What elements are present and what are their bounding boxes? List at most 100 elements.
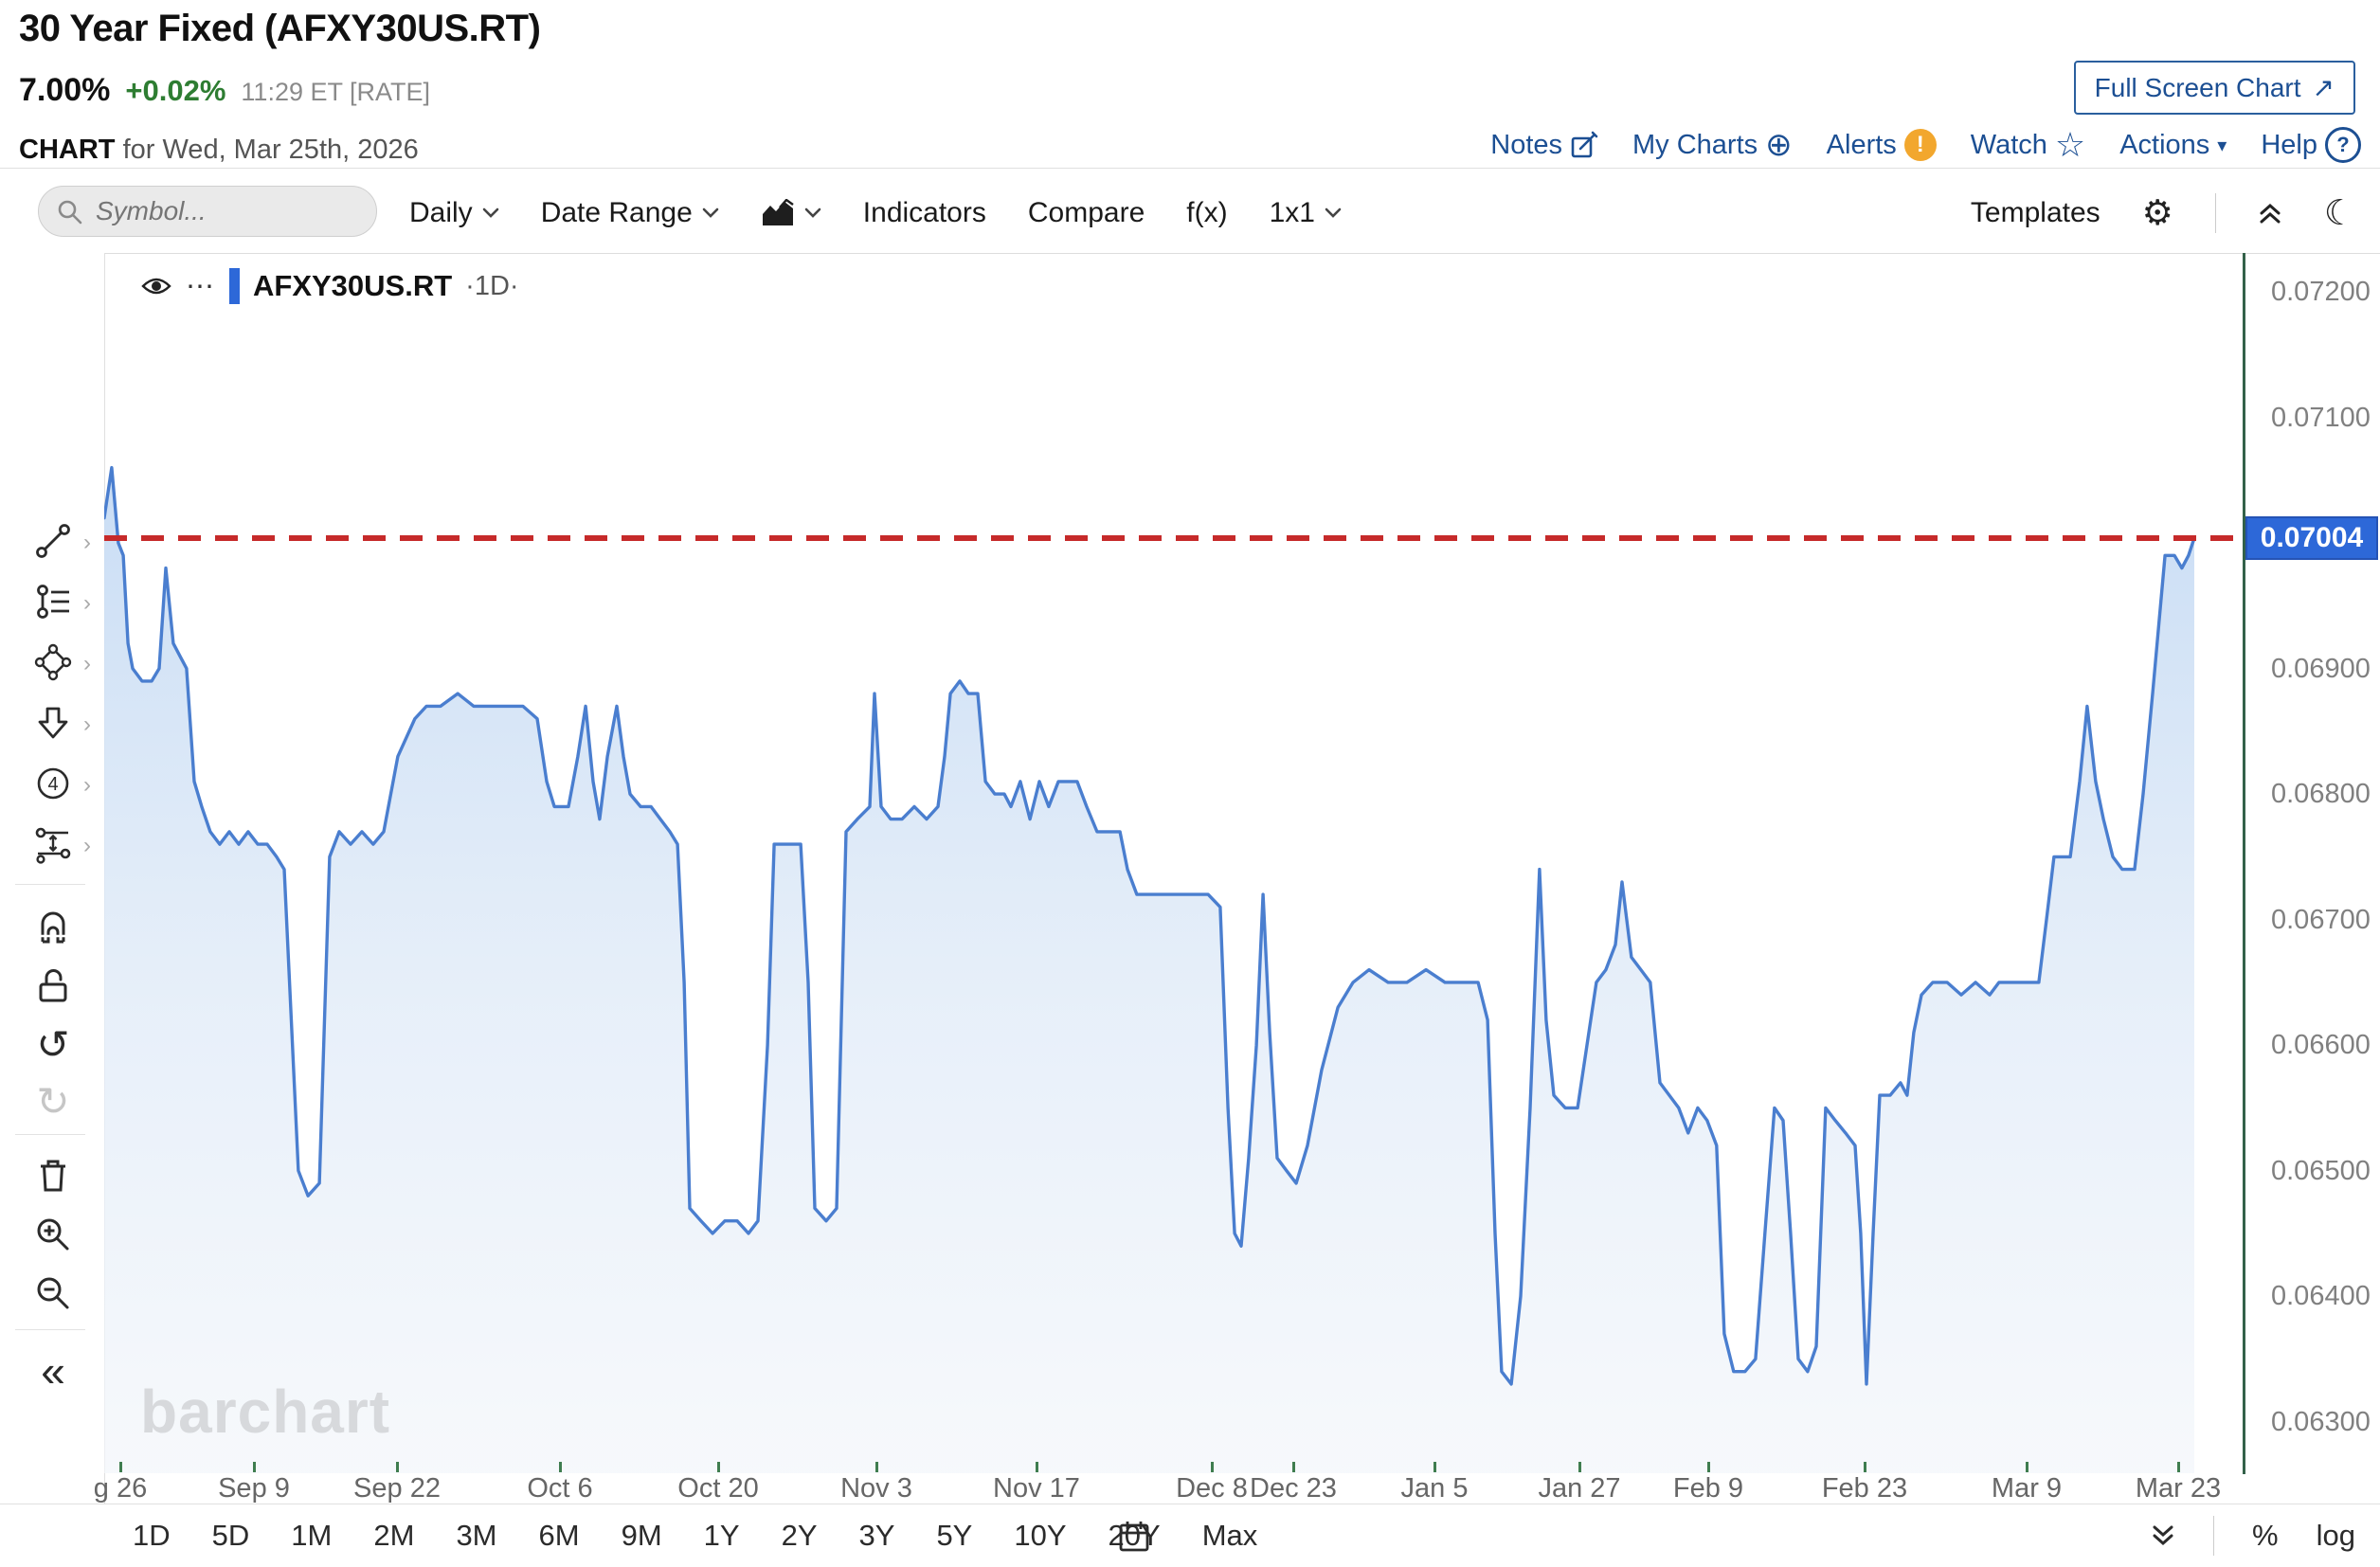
lock-drawings-tool[interactable] (32, 965, 74, 1007)
annotations-count-label: 4 (47, 774, 58, 795)
fibonacci-expand-chevron[interactable]: › (83, 590, 91, 617)
zoom-in-tool[interactable] (32, 1214, 74, 1255)
quote-row: 7.00% +0.02% 11:29 ET [RATE] (19, 72, 430, 109)
shapes-tool[interactable] (32, 641, 74, 683)
y-axis-label: 0.06300 (2271, 1407, 2371, 1438)
measure-tool[interactable] (32, 823, 74, 865)
x-axis-tick (396, 1462, 399, 1472)
chart-plot-area[interactable]: ⋯ AFXY30US.RT ·1D· barchart (104, 253, 2243, 1473)
undo-icon[interactable]: ↺ (32, 1024, 74, 1066)
x-axis-label: Oct 6 (494, 1473, 626, 1504)
collapse-sidebar-icon[interactable]: « (32, 1350, 74, 1392)
x-axis[interactable]: g 26Sep 9Sep 22Oct 6Oct 20Nov 3Nov 17Dec… (104, 1462, 2243, 1504)
grid-layout-dropdown[interactable]: 1x1 (1270, 197, 1342, 229)
x-axis-tick (2026, 1462, 2028, 1472)
x-axis-label: Jan 27 (1513, 1473, 1646, 1504)
range-button-1y[interactable]: 1Y (704, 1519, 740, 1553)
range-button-10y[interactable]: 10Y (1014, 1519, 1066, 1553)
actions-dropdown[interactable]: Actions ▾ (2119, 130, 2227, 161)
calendar-icon[interactable] (1116, 1518, 1152, 1554)
range-button-6m[interactable]: 6M (539, 1519, 580, 1553)
my-charts-link[interactable]: My Charts ⊕ (1632, 129, 1793, 161)
x-axis-tick (875, 1462, 878, 1472)
y-axis-label: 0.06800 (2271, 779, 2371, 810)
x-axis-label: Mar 23 (2112, 1473, 2245, 1504)
quote-price: 7.00% (19, 72, 110, 109)
x-axis-tick (1211, 1462, 1214, 1472)
symbol-search-input[interactable] (94, 195, 344, 227)
range-button-1m[interactable]: 1M (291, 1519, 332, 1553)
eye-visibility-icon[interactable] (140, 275, 172, 297)
legend-timeframe: ·1D· (465, 271, 518, 302)
range-button-1d[interactable]: 1D (133, 1519, 171, 1553)
price-area-chart (104, 253, 2243, 1473)
quick-links-row: Notes My Charts ⊕ Alerts ! Watch ☆ Actio… (1490, 127, 2361, 163)
range-button-2y[interactable]: 2Y (782, 1519, 818, 1553)
my-charts-label: My Charts (1632, 130, 1758, 161)
chevron-down-icon (804, 207, 821, 218)
legend-more-icon[interactable]: ⋯ (186, 270, 216, 303)
x-axis-tick (1433, 1462, 1436, 1472)
frequency-dropdown[interactable]: Daily (409, 197, 499, 229)
alert-exclamation-icon: ! (1904, 129, 1937, 161)
chart-type-dropdown[interactable] (761, 199, 821, 227)
x-axis-tick (2177, 1462, 2180, 1472)
barchart-chart-page: 30 Year Fixed (AFXY30US.RT) 7.00% +0.02%… (0, 0, 2380, 1567)
help-label: Help (2261, 130, 2317, 161)
range-button-max[interactable]: Max (1202, 1519, 1258, 1553)
settings-gear-icon[interactable]: ⚙ (2142, 195, 2173, 230)
annotations-count-tool[interactable]: 4 (32, 763, 74, 804)
full-screen-chart-button[interactable]: Full Screen Chart ↗ (2074, 61, 2355, 115)
symbol-search[interactable] (38, 186, 377, 237)
y-axis[interactable]: 0.07004 0.072000.071000.069000.068000.06… (2243, 253, 2380, 1473)
measure-expand-chevron[interactable]: › (83, 833, 91, 859)
x-axis-label: g 26 (54, 1473, 187, 1504)
chart-date-line: CHART for Wed, Mar 25th, 2026 (19, 135, 419, 166)
range-button-9m[interactable]: 9M (622, 1519, 662, 1553)
x-axis-label: Jan 5 (1368, 1473, 1501, 1504)
zoom-out-tool[interactable] (32, 1272, 74, 1314)
shapes-expand-chevron[interactable]: › (83, 651, 91, 677)
trend-line-expand-chevron[interactable]: › (83, 530, 91, 556)
compare-button[interactable]: Compare (1028, 197, 1145, 229)
arrow-marker-expand-chevron[interactable]: › (83, 711, 91, 738)
alerts-link[interactable]: Alerts ! (1827, 129, 1937, 161)
x-axis-label: Feb 9 (1642, 1473, 1775, 1504)
range-button-5d[interactable]: 5D (212, 1519, 250, 1553)
date-range-dropdown[interactable]: Date Range (541, 197, 719, 229)
dark-mode-moon-icon[interactable]: ☾ (2324, 195, 2355, 230)
magnet-mode-tool[interactable] (32, 907, 74, 948)
annotations-expand-chevron[interactable]: › (83, 772, 91, 799)
log-scale-toggle[interactable]: log (2317, 1519, 2355, 1553)
x-axis-tick (1036, 1462, 1038, 1472)
expand-panel-button[interactable] (2151, 1524, 2175, 1547)
x-axis-label: Sep 22 (331, 1473, 463, 1504)
range-button-2m[interactable]: 2M (373, 1519, 414, 1553)
alerts-label: Alerts (1827, 130, 1897, 161)
chart-toolbar: Daily Date Range Indicators Compare (0, 172, 2380, 254)
indicators-button[interactable]: Indicators (863, 197, 986, 229)
full-screen-chart-label: Full Screen Chart (2095, 73, 2301, 103)
range-button-5y[interactable]: 5Y (936, 1519, 972, 1553)
price-annotation-line[interactable] (104, 535, 2243, 541)
delete-drawings-tool[interactable] (32, 1155, 74, 1197)
x-axis-tick (717, 1462, 720, 1472)
area-chart-icon (761, 199, 795, 227)
notes-link[interactable]: Notes (1490, 130, 1598, 161)
trend-line-tool[interactable] (32, 520, 74, 562)
x-axis-label: Sep 9 (188, 1473, 320, 1504)
percent-scale-toggle[interactable]: % (2252, 1519, 2279, 1553)
collapse-toolbar-button[interactable] (2258, 202, 2282, 225)
fx-expressions-button[interactable]: f(x) (1186, 197, 1227, 229)
page-title: 30 Year Fixed (AFXY30US.RT) (19, 8, 540, 50)
fibonacci-tool[interactable] (32, 581, 74, 622)
range-button-3y[interactable]: 3Y (859, 1519, 895, 1553)
x-axis-tick (1292, 1462, 1295, 1472)
help-link[interactable]: Help ? (2261, 127, 2361, 163)
range-button-3m[interactable]: 3M (456, 1519, 496, 1553)
watch-link[interactable]: Watch ☆ (1971, 128, 2085, 162)
templates-button[interactable]: Templates (1971, 197, 2101, 229)
redo-icon[interactable]: ↻ (32, 1081, 74, 1123)
external-arrow-icon: ↗ (2313, 72, 2335, 103)
arrow-marker-tool[interactable] (32, 702, 74, 744)
